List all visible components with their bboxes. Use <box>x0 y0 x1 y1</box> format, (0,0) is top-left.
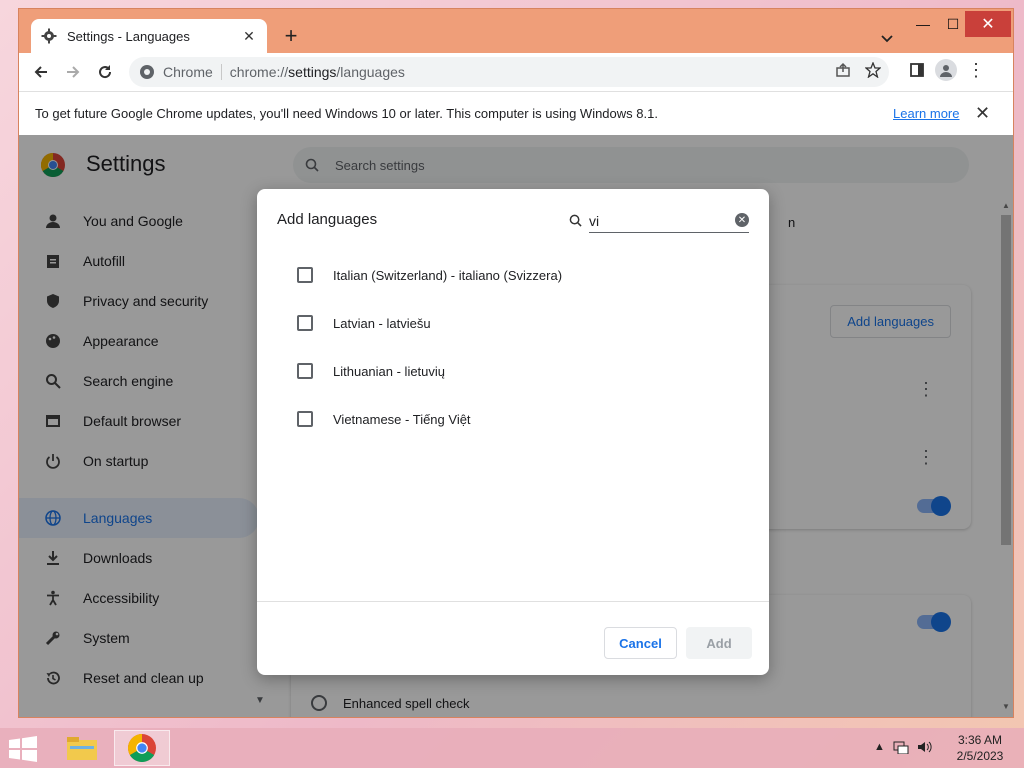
profile-avatar[interactable] <box>935 59 957 81</box>
update-infobar: To get future Google Chrome updates, you… <box>19 91 1013 135</box>
star-icon[interactable] <box>865 62 881 78</box>
gear-icon <box>41 28 57 44</box>
windows-start-icon[interactable] <box>8 736 38 762</box>
language-search-input[interactable] <box>589 209 719 229</box>
checkbox[interactable] <box>297 363 313 379</box>
cancel-button[interactable]: Cancel <box>604 627 677 659</box>
file-explorer-button[interactable] <box>54 730 110 766</box>
clock-date: 2/5/2023 <box>956 749 1004 763</box>
windows-taskbar: ▲ 3:36 AM 2/5/2023 <box>0 728 1024 768</box>
add-button[interactable]: Add <box>686 627 752 659</box>
reload-icon <box>99 65 112 79</box>
chrome-icon <box>140 65 154 79</box>
chevron-down-icon[interactable] <box>877 29 897 49</box>
language-option[interactable]: Vietnamese - Tiếng Việt <box>297 395 562 443</box>
person-icon <box>940 65 952 77</box>
address-bar[interactable]: Chrome chrome://settings/languages <box>129 57 889 87</box>
chrome-icon <box>128 734 156 762</box>
chevron-up-icon[interactable]: ▲ <box>874 741 885 753</box>
clock-time: 3:36 AM <box>957 733 1003 747</box>
language-option[interactable]: Italian (Switzerland) - italiano (Svizze… <box>297 251 562 299</box>
close-tab-icon[interactable]: ✕ <box>241 28 257 44</box>
url-text: chrome://settings/languages <box>229 64 405 80</box>
checkbox[interactable] <box>297 315 313 331</box>
divider <box>257 601 769 602</box>
reload-button[interactable] <box>89 56 121 88</box>
checkbox[interactable] <box>297 411 313 427</box>
language-search: ✕ <box>569 209 749 233</box>
settings-page: Settings Search settings You and Google … <box>19 135 1013 717</box>
language-search-field: ✕ <box>589 209 749 233</box>
back-arrow-icon <box>34 66 47 78</box>
share-icon[interactable] <box>835 62 851 78</box>
browser-toolbar: Chrome chrome://settings/languages ⋮ <box>19 53 1013 91</box>
new-tab-button[interactable]: + <box>279 23 303 48</box>
back-button[interactable] <box>25 56 57 88</box>
clock[interactable]: 3:36 AM 2/5/2023 <box>948 732 1012 764</box>
network-icon[interactable] <box>893 740 909 754</box>
checkbox[interactable] <box>297 267 313 283</box>
site-label: Chrome <box>163 64 222 80</box>
close-window-button[interactable]: ✕ <box>965 11 1011 37</box>
chrome-taskbar-button[interactable] <box>114 730 170 766</box>
language-option[interactable]: Latvian - latviešu <box>297 299 562 347</box>
close-icon[interactable]: ✕ <box>975 103 990 124</box>
clear-search-icon[interactable]: ✕ <box>735 213 749 227</box>
system-tray: ▲ <box>874 740 933 754</box>
infobar-message: To get future Google Chrome updates, you… <box>35 106 658 121</box>
forward-button[interactable] <box>57 56 89 88</box>
menu-kebab-icon[interactable]: ⋮ <box>967 60 985 81</box>
search-icon <box>569 214 582 227</box>
language-list: Italian (Switzerland) - italiano (Svizze… <box>297 251 562 443</box>
dialog-title: Add languages <box>277 211 378 228</box>
tab-title: Settings - Languages <box>67 28 190 44</box>
add-languages-dialog: Add languages ✕ Italian (Switzerland) - … <box>257 189 769 675</box>
forward-arrow-icon <box>67 66 80 78</box>
browser-window: Settings - Languages ✕ + — ☐ ✕ Chrome ch… <box>18 8 1014 718</box>
folder-icon <box>67 737 97 760</box>
language-option[interactable]: Lithuanian - lietuvių <box>297 347 562 395</box>
tab-strip: Settings - Languages ✕ + — ☐ ✕ <box>19 9 1013 53</box>
side-panel-icon[interactable] <box>909 62 925 78</box>
volume-icon[interactable] <box>917 740 933 754</box>
minimize-button[interactable]: — <box>907 11 939 37</box>
tab-settings-languages[interactable]: Settings - Languages ✕ <box>31 19 267 53</box>
learn-more-link[interactable]: Learn more <box>893 106 959 121</box>
